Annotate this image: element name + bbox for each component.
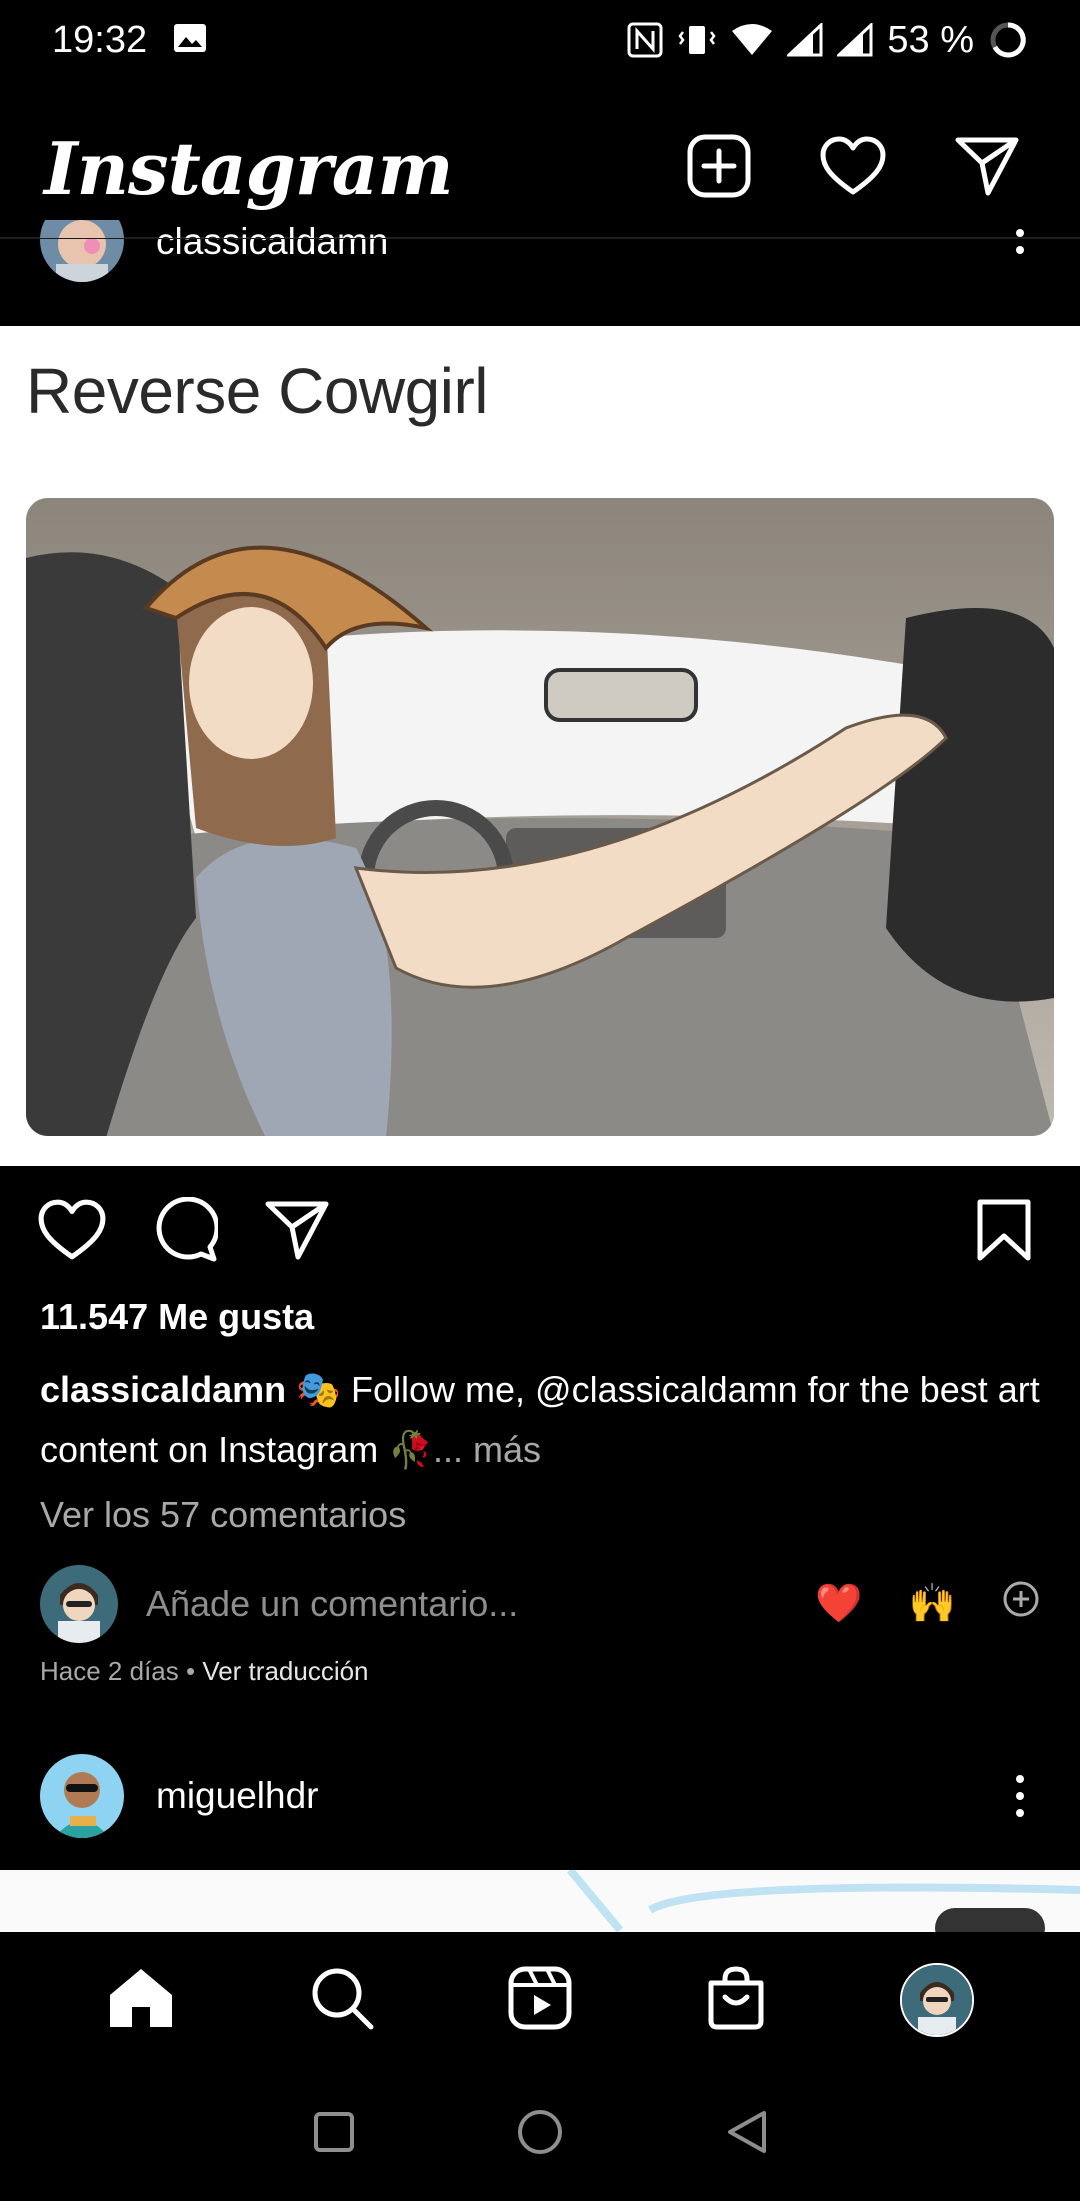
signal-icon [837,23,873,57]
battery-text: 53 % [887,18,974,61]
signal-icon [787,23,823,57]
bottom-navigation [0,1932,1080,2068]
next-post-image[interactable] [0,1870,1080,1934]
translate-link[interactable]: Ver traducción [202,1656,368,1686]
likes-count[interactable]: 11.547 Me gusta [40,1296,314,1338]
like-heart-icon[interactable] [38,1199,106,1266]
back-icon[interactable] [724,2109,768,2160]
meta-separator: • [178,1656,203,1686]
quick-reaction-raised-hands[interactable]: 🙌 [909,1582,956,1626]
next-post-header: miguelhdr [0,1754,1080,1838]
avatar[interactable] [40,1754,124,1838]
recents-icon[interactable] [312,2110,356,2159]
quick-reaction-heart[interactable]: ❤️ [815,1582,862,1626]
home-icon[interactable] [106,1965,176,2036]
add-reaction-icon[interactable] [1002,1580,1040,1628]
battery-icon [988,20,1028,60]
profile-avatar[interactable] [899,1963,974,2037]
direct-message-icon[interactable] [954,135,1020,202]
caption-username[interactable]: classicaldamn [40,1369,286,1410]
more-options-icon[interactable] [1000,1775,1040,1817]
post-time: Hace 2 días [40,1656,179,1686]
add-comment-row: Añade un comentario... ❤️ 🙌 [40,1564,1040,1644]
comment-input[interactable]: Añade un comentario... [146,1583,518,1625]
current-user-avatar [40,1565,118,1643]
header-divider [0,238,1080,239]
post-image[interactable]: Reverse Cowgirl [0,326,1080,1166]
app-header: Instagram [0,100,1080,238]
new-post-icon[interactable] [686,133,752,204]
search-icon[interactable] [309,1965,375,2036]
nfc-icon [627,22,663,58]
heart-icon[interactable] [820,136,886,201]
meme-caption: Reverse Cowgirl [26,355,488,427]
home-button-icon[interactable] [516,2108,564,2161]
post-username[interactable]: classicaldamn [156,221,388,263]
share-icon[interactable] [264,1199,330,1266]
status-time: 19:32 [52,18,148,61]
vibrate-icon [677,22,717,58]
post-meta: Hace 2 días • Ver traducción [40,1656,369,1687]
reels-icon[interactable] [507,1965,573,2036]
avatar[interactable] [40,220,124,282]
post-username[interactable]: miguelhdr [156,1775,318,1817]
post-actions [0,1192,1080,1272]
caption-more-link[interactable]: ... más [433,1429,541,1470]
shop-icon[interactable] [705,1965,767,2036]
image-icon [173,23,207,58]
post-caption: classicaldamn 🎭 Follow me, @classicaldam… [40,1360,1040,1480]
view-comments-link[interactable]: Ver los 57 comentarios [40,1494,406,1536]
instagram-logo[interactable]: Instagram [44,126,454,211]
comment-icon[interactable] [152,1196,220,1268]
status-bar: 19:32 53 % [0,0,1080,80]
meme-illustration [26,498,1054,1136]
bookmark-icon[interactable] [976,1199,1032,1266]
wifi-icon [731,23,773,57]
more-options-icon[interactable] [1000,228,1040,254]
post-header: classicaldamn [0,220,1080,300]
system-navigation [0,2068,1080,2201]
